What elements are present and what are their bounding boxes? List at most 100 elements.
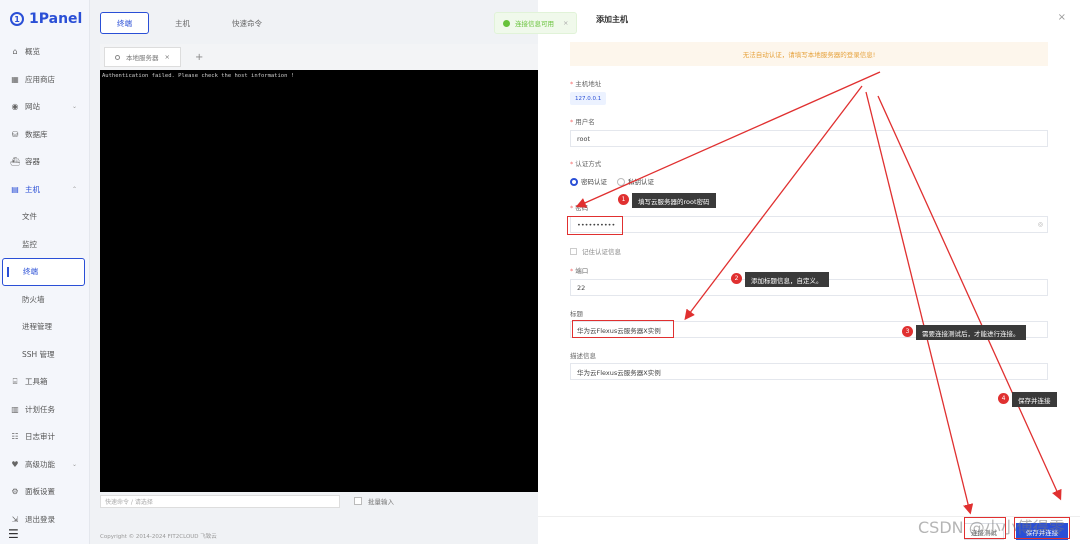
remember-auth[interactable]: 记住认证信息	[570, 246, 621, 256]
drawer-title: 添加主机	[596, 15, 628, 24]
annotation-badge-1: 1	[618, 194, 629, 205]
remember-label: 记住认证信息	[582, 248, 621, 256]
sidebar-item-overview[interactable]: ⌂ 概览	[0, 38, 89, 66]
terminal-output: Authentication failed. Please check the …	[102, 73, 295, 79]
port-label: * 端口	[570, 267, 589, 275]
title-label: 标题	[570, 310, 583, 318]
status-dot-icon	[115, 54, 120, 60]
batch-input-label: 批量输入	[368, 498, 394, 506]
sidebar-item-label: 退出登录	[25, 514, 55, 524]
chevron-down-icon: ⌄	[71, 460, 77, 468]
sidebar-item-advanced[interactable]: ♥ 高级功能 ⌄	[0, 451, 89, 479]
tab-terminal[interactable]: 终端	[100, 12, 149, 34]
sidebar-item-websites[interactable]: ◉ 网站 ⌄	[0, 93, 89, 121]
radio-password[interactable]: 密码认证	[570, 176, 607, 186]
top-tabs: 终端 主机 快速命令	[100, 12, 278, 34]
log-icon: ☷	[11, 432, 19, 442]
sidebar-subitem-monitor[interactable]: 监控	[0, 231, 89, 259]
server-icon: ▤	[11, 184, 19, 194]
app-logo[interactable]: 1 1Panel	[0, 0, 89, 38]
sidebar-item-logs[interactable]: ☷ 日志审计	[0, 423, 89, 451]
logout-icon: ⇲	[11, 514, 19, 524]
toolbox-icon: ⌸	[12, 376, 18, 386]
annotation-badge-4: 4	[998, 393, 1009, 404]
description-label: 描述信息	[570, 352, 596, 360]
host-address-field[interactable]: 127.0.0.1	[570, 92, 607, 105]
terminal-tabs: 本地服务器 × +	[100, 44, 538, 70]
annotation-1: 填写云服务器的root密码	[632, 193, 716, 208]
description-input[interactable]: 华为云Flexus云服务器X实例	[570, 363, 1048, 380]
container-icon: ⛴	[10, 157, 21, 167]
sidebar-subitem-terminal[interactable]: 终端	[2, 258, 85, 286]
sidebar-subitem-firewall[interactable]: 防火墙	[0, 286, 89, 314]
terminal-screen[interactable]: Authentication failed. Please check the …	[100, 70, 538, 492]
terminal-session-label: 本地服务器	[126, 54, 159, 62]
sidebar-item-containers[interactable]: ⛴ 容器	[0, 148, 89, 176]
eye-icon[interactable]: ◎	[1038, 221, 1043, 228]
radio-private-key[interactable]: 私钥认证	[617, 176, 654, 186]
success-toast: 连接信息可用 ×	[494, 12, 578, 34]
sidebar-item-label: 日志审计	[25, 432, 55, 442]
batch-input-checkbox[interactable]	[354, 497, 362, 505]
auth-method-label: * 认证方式	[570, 160, 602, 168]
command-bar: 快速命令 / 请选择 批量输入	[100, 494, 538, 508]
sidebar-item-host[interactable]: ▤ 主机 ⌃	[0, 176, 89, 204]
highlight-title	[572, 320, 674, 338]
sidebar-item-label: SSH 管理	[22, 349, 55, 359]
close-icon[interactable]: ×	[1058, 12, 1066, 23]
auth-method-radio-group: 密码认证 私钥认证	[570, 176, 654, 186]
annotation-4: 保存并连接	[1012, 392, 1057, 407]
sidebar-item-database[interactable]: ⛁ 数据库	[0, 121, 89, 149]
sidebar-item-label: 高级功能	[25, 459, 55, 469]
chevron-up-icon: ⌃	[71, 185, 77, 193]
sidebar-item-label: 防火墙	[22, 294, 45, 304]
annotation-3: 需要连接测试后，才能进行连接。	[916, 325, 1026, 340]
warning-alert: 无法自动认证，请填写本地服务器的登录信息!	[570, 42, 1048, 66]
annotation-badge-3: 3	[902, 326, 913, 337]
menu-collapse-icon[interactable]: ☰	[8, 527, 19, 541]
remember-checkbox[interactable]	[570, 247, 577, 255]
sidebar-item-settings[interactable]: ⚙ 面板设置	[0, 478, 89, 506]
tab-quick-commands[interactable]: 快速命令	[216, 12, 278, 34]
calendar-icon: ▥	[11, 404, 19, 414]
success-icon	[503, 19, 510, 27]
sidebar-item-cron[interactable]: ▥ 计划任务	[0, 396, 89, 424]
sidebar: 1 1Panel ⌂ 概览 ▦ 应用商店 ◉ 网站 ⌄ ⛁ 数据库 ⛴ 容器 ▤…	[0, 0, 90, 544]
close-icon[interactable]: ×	[165, 53, 170, 61]
logo-text: 1Panel	[29, 11, 83, 27]
app-root: 1 1Panel ⌂ 概览 ▦ 应用商店 ◉ 网站 ⌄ ⛁ 数据库 ⛴ 容器 ▤…	[0, 0, 1080, 544]
sidebar-item-app-store[interactable]: ▦ 应用商店	[0, 66, 89, 94]
annotation-2: 添加标题信息，自定义。	[745, 272, 829, 287]
database-icon: ⛁	[11, 129, 19, 139]
quick-command-select[interactable]: 快速命令 / 请选择	[100, 494, 340, 508]
password-input[interactable]: •••••••••• ◎	[570, 216, 1048, 233]
sidebar-item-label: 工具箱	[25, 377, 48, 387]
home-icon: ⌂	[12, 47, 18, 57]
annotation-badge-2: 2	[731, 273, 742, 284]
sidebar-item-label: 主机	[25, 184, 40, 194]
sidebar-subitem-files[interactable]: 文件	[0, 203, 89, 231]
close-icon[interactable]: ×	[563, 19, 568, 27]
terminal-panel: 本地服务器 × + Authentication failed. Please …	[100, 44, 538, 492]
username-input[interactable]: root	[570, 130, 1048, 147]
main-content: 终端 主机 快速命令 本地服务器 × + Authentication fail…	[90, 0, 538, 544]
copyright: Copyright © 2014-2024 FIT2CLOUD 飞致云	[100, 534, 217, 540]
sidebar-item-label: 面板设置	[25, 487, 55, 497]
chevron-down-icon: ⌄	[71, 103, 77, 111]
sidebar-item-label: 容器	[25, 157, 40, 167]
tab-host[interactable]: 主机	[159, 12, 206, 34]
sidebar-item-label: 文件	[22, 212, 37, 222]
sidebar-subitem-ssh[interactable]: SSH 管理	[0, 341, 89, 369]
sidebar-item-label: 计划任务	[25, 404, 55, 414]
username-label: * 用户名	[570, 118, 595, 126]
terminal-session-tab[interactable]: 本地服务器 ×	[104, 47, 181, 67]
csdn-watermark: CSDN @小小傅得零	[918, 518, 1065, 537]
sidebar-subitem-process[interactable]: 进程管理	[0, 313, 89, 341]
highlight-password	[567, 216, 623, 235]
sidebar-item-label: 进程管理	[22, 322, 52, 332]
logo-mark-icon: 1	[10, 12, 24, 26]
sidebar-item-toolbox[interactable]: ⌸ 工具箱	[0, 368, 89, 396]
diamond-icon: ♥	[11, 459, 19, 469]
gear-icon: ⚙	[11, 487, 19, 497]
add-session-button[interactable]: +	[187, 52, 211, 63]
